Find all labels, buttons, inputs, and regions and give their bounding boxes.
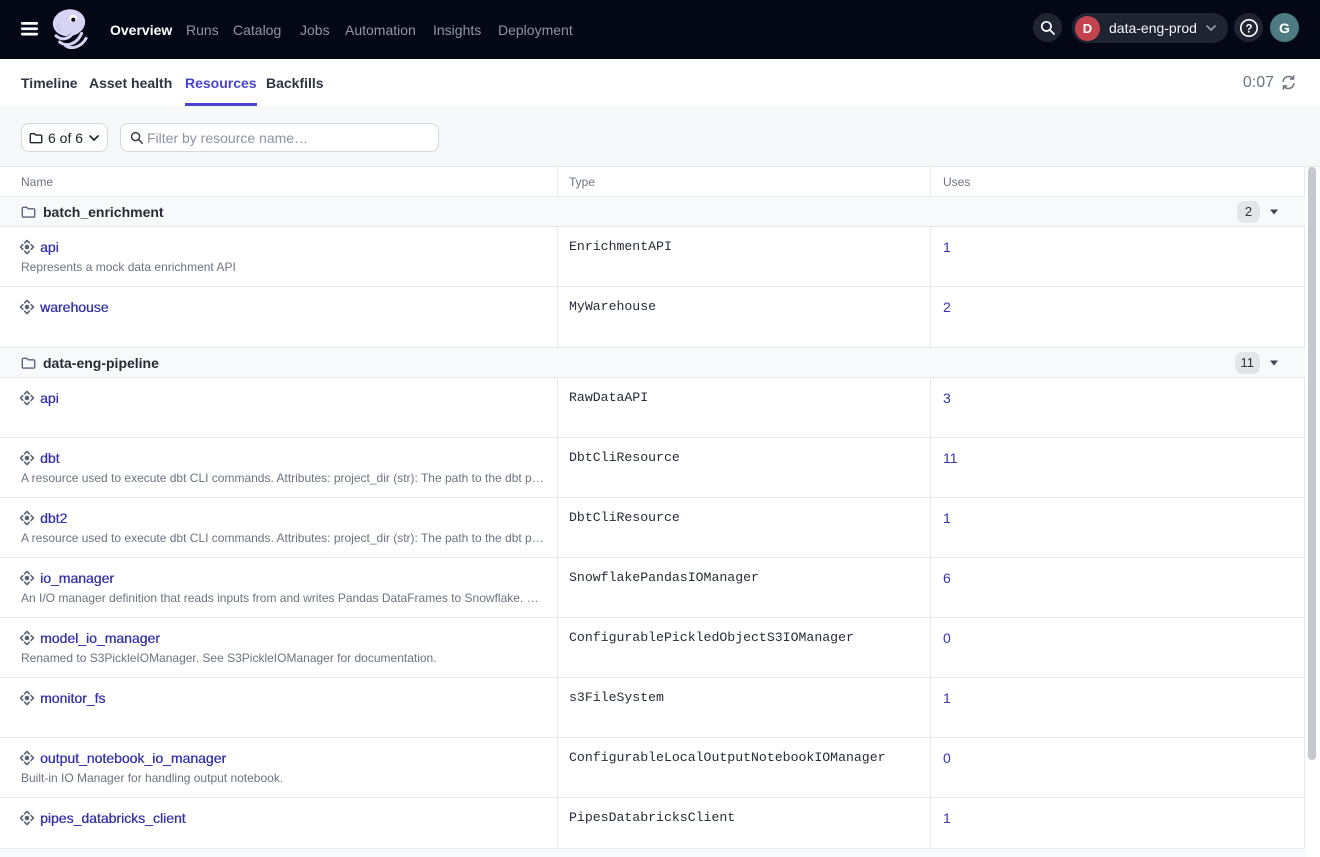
svg-text:?: ? <box>1245 23 1252 35</box>
